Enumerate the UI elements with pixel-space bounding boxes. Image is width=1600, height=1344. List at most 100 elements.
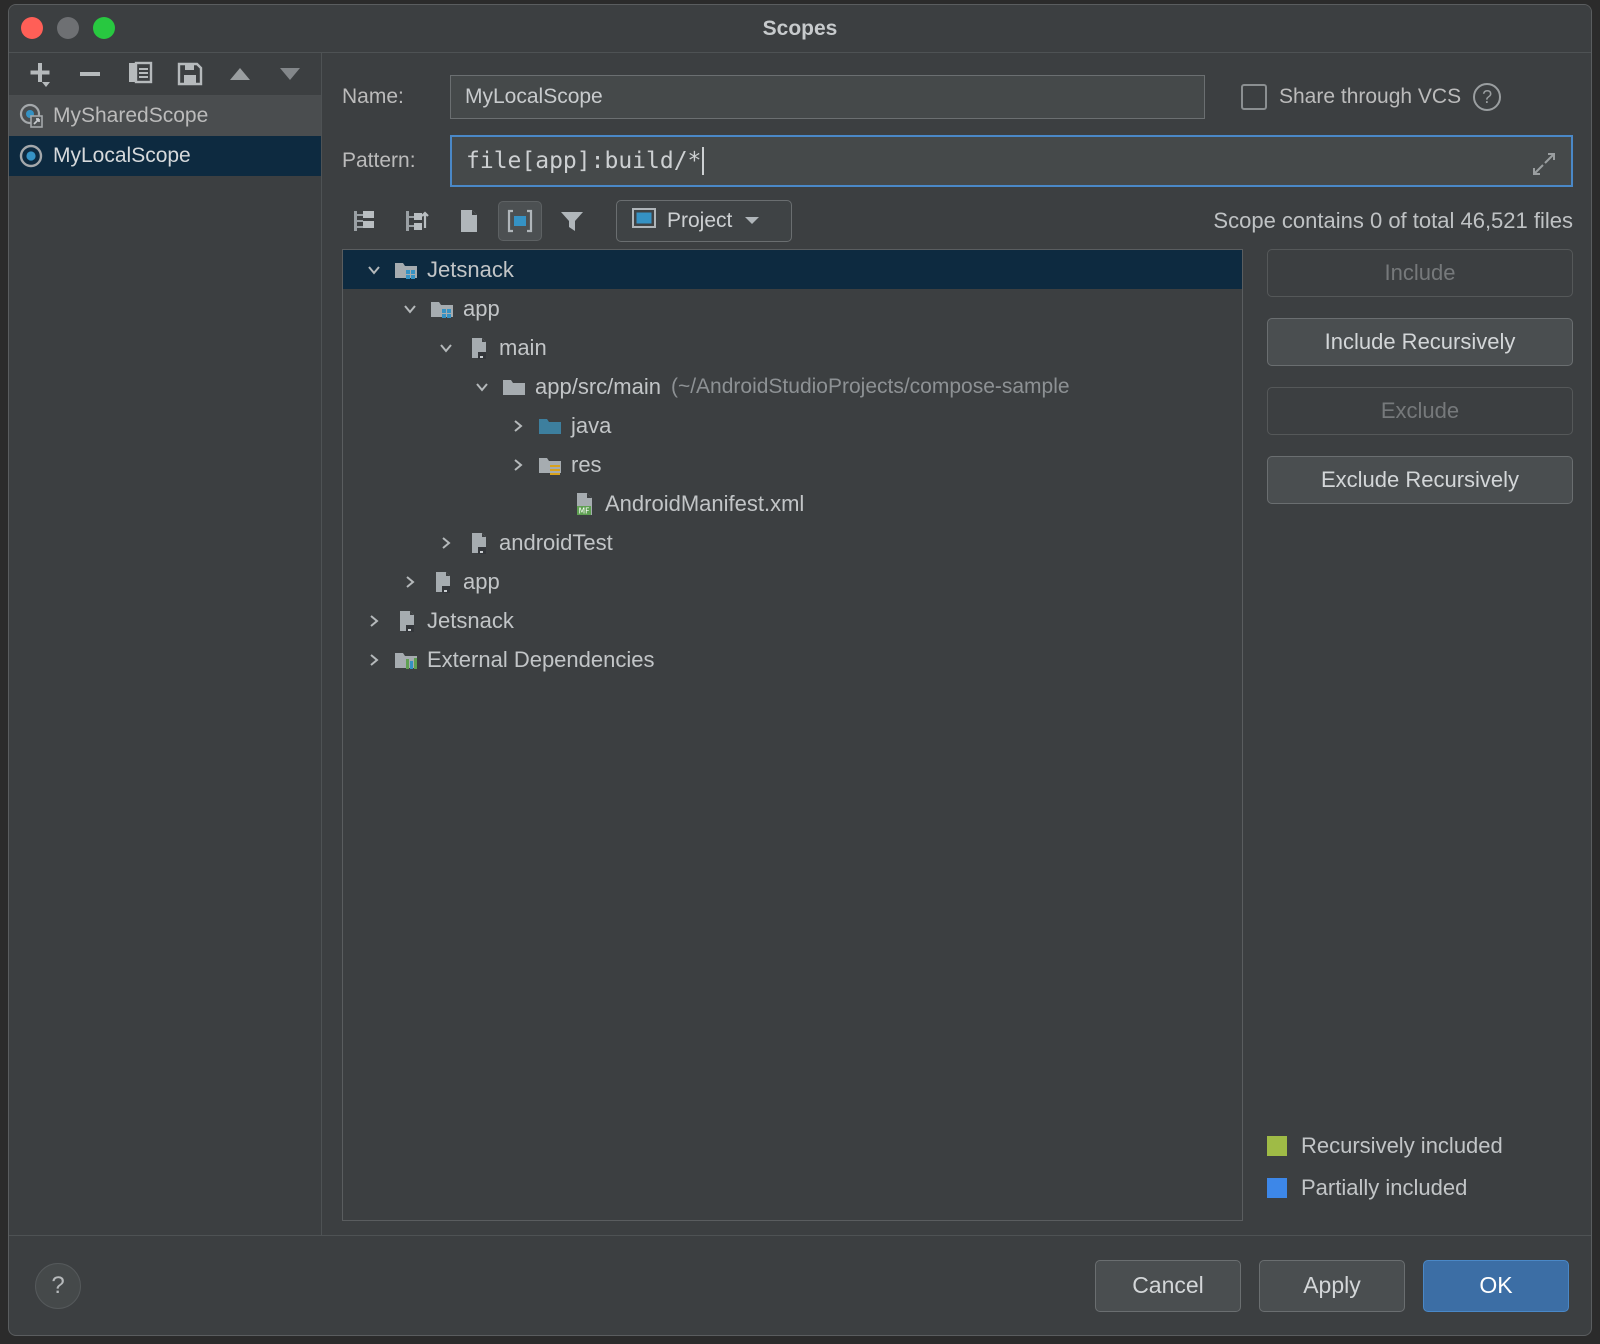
tree-row[interactable]: MF AndroidManifest.xml bbox=[343, 484, 1242, 523]
apply-button[interactable]: Apply bbox=[1259, 1260, 1405, 1312]
chevron-right-icon[interactable] bbox=[429, 534, 463, 552]
save-scope-button[interactable] bbox=[169, 56, 211, 92]
dialog-body: MySharedScope MyLocalScope Name: bbox=[9, 53, 1591, 1235]
legend-item-recursively-included: Recursively included bbox=[1267, 1125, 1573, 1167]
chevron-right-icon[interactable] bbox=[357, 651, 391, 669]
scope-list-item-label: MySharedScope bbox=[53, 104, 208, 128]
filter-icon[interactable] bbox=[550, 201, 594, 241]
scopes-toolbar bbox=[9, 53, 321, 96]
tree-row-label: app/src/main bbox=[535, 374, 661, 400]
tree-row[interactable]: app bbox=[343, 562, 1242, 601]
manifest-file-icon: MF bbox=[569, 489, 599, 519]
legend-label: Partially included bbox=[1301, 1175, 1467, 1201]
scopes-dialog: Scopes bbox=[8, 4, 1592, 1336]
tree-row[interactable]: app/src/main (~/AndroidStudioProjects/co… bbox=[343, 367, 1242, 406]
pattern-value: file[app]:build/* bbox=[466, 148, 701, 174]
chevron-right-icon[interactable] bbox=[393, 573, 427, 591]
res-folder-icon bbox=[535, 450, 565, 480]
add-scope-button[interactable] bbox=[19, 56, 61, 92]
chevron-right-icon[interactable] bbox=[501, 456, 535, 474]
svg-text:MF: MF bbox=[579, 506, 590, 515]
dialog-title: Scopes bbox=[9, 17, 1591, 41]
chevron-right-icon[interactable] bbox=[357, 612, 391, 630]
tree-legend: Recursively included Partially included bbox=[1267, 1125, 1573, 1221]
tree-row-label: AndroidManifest.xml bbox=[605, 491, 804, 517]
tree-row-path: (~/AndroidStudioProjects/compose-sample bbox=[671, 375, 1070, 399]
legend-item-partially-included: Partially included bbox=[1267, 1167, 1573, 1209]
scope-list-item-label: MyLocalScope bbox=[53, 144, 191, 168]
scope-editor: Name: MyLocalScope Share through VCS ? P… bbox=[322, 53, 1591, 1235]
compact-middle-packages-button[interactable] bbox=[394, 201, 438, 241]
tree-row-label: External Dependencies bbox=[427, 647, 654, 673]
tree-row-label: Jetsnack bbox=[427, 608, 514, 634]
chevron-right-icon[interactable] bbox=[501, 417, 535, 435]
module-group-icon bbox=[391, 255, 421, 285]
tree-row[interactable]: res bbox=[343, 445, 1242, 484]
tree-row-label: res bbox=[571, 452, 602, 478]
tree-row[interactable]: androidTest bbox=[343, 523, 1242, 562]
module-icon bbox=[463, 333, 493, 363]
pattern-input[interactable]: file[app]:build/* bbox=[450, 135, 1573, 187]
include-recursively-button[interactable]: Include Recursively bbox=[1267, 318, 1573, 366]
scope-list-item-mylocal[interactable]: MyLocalScope bbox=[9, 136, 321, 176]
chevron-down-icon[interactable] bbox=[465, 378, 499, 396]
scopes-sidebar: MySharedScope MyLocalScope bbox=[9, 53, 322, 1235]
chevron-down-icon[interactable] bbox=[357, 261, 391, 279]
move-down-button[interactable] bbox=[269, 56, 311, 92]
pattern-label: Pattern: bbox=[342, 149, 450, 173]
copy-scope-button[interactable] bbox=[119, 56, 161, 92]
title-bar: Scopes bbox=[9, 5, 1591, 53]
scope-list[interactable]: MySharedScope MyLocalScope bbox=[9, 96, 321, 1235]
selection-frame-button[interactable] bbox=[498, 201, 542, 241]
library-icon bbox=[391, 645, 421, 675]
move-up-button[interactable] bbox=[219, 56, 261, 92]
green-swatch-icon bbox=[1267, 1136, 1287, 1156]
cancel-button[interactable]: Cancel bbox=[1095, 1260, 1241, 1312]
help-button[interactable]: ? bbox=[35, 1263, 81, 1309]
include-exclude-panel: Include Include Recursively Exclude Excl… bbox=[1243, 249, 1573, 1221]
include-button[interactable]: Include bbox=[1267, 249, 1573, 297]
scope-file-count: Scope contains 0 of total 46,521 files bbox=[1213, 208, 1573, 234]
chevron-down-icon[interactable] bbox=[393, 300, 427, 318]
legend-label: Recursively included bbox=[1301, 1133, 1503, 1159]
remove-scope-button[interactable] bbox=[69, 56, 111, 92]
help-icon[interactable]: ? bbox=[1473, 83, 1501, 111]
name-input[interactable]: MyLocalScope bbox=[450, 75, 1205, 119]
exclude-button[interactable]: Exclude bbox=[1267, 387, 1573, 435]
ok-button[interactable]: OK bbox=[1423, 1260, 1569, 1312]
scope-selector-dropdown[interactable]: Project bbox=[616, 200, 792, 242]
flatten-packages-button[interactable] bbox=[342, 201, 386, 241]
show-files-button[interactable] bbox=[446, 201, 490, 241]
share-through-vcs-label: Share through VCS bbox=[1279, 85, 1461, 109]
tree-row[interactable]: java bbox=[343, 406, 1242, 445]
tree-row[interactable]: app bbox=[343, 289, 1242, 328]
local-scope-icon bbox=[17, 142, 45, 170]
share-through-vcs-group[interactable]: Share through VCS ? bbox=[1241, 83, 1501, 111]
share-through-vcs-checkbox[interactable] bbox=[1241, 84, 1267, 110]
chevron-down-icon[interactable] bbox=[429, 339, 463, 357]
scope-list-item-myshared[interactable]: MySharedScope bbox=[9, 96, 321, 136]
tree-row-label: androidTest bbox=[499, 530, 613, 556]
module-icon bbox=[391, 606, 421, 636]
tree-row-label: main bbox=[499, 335, 547, 361]
name-label: Name: bbox=[342, 85, 450, 109]
expand-icon[interactable] bbox=[1531, 151, 1557, 183]
tree-row-label: Jetsnack bbox=[427, 257, 514, 283]
module-icon bbox=[427, 567, 457, 597]
blue-swatch-icon bbox=[1267, 1178, 1287, 1198]
name-row: Name: MyLocalScope Share through VCS ? bbox=[342, 69, 1573, 125]
tree-row-label: app bbox=[463, 569, 500, 595]
module-group-icon bbox=[427, 294, 457, 324]
tree-row[interactable]: Jetsnack bbox=[343, 601, 1242, 640]
text-caret bbox=[702, 147, 704, 175]
tree-row[interactable]: Jetsnack bbox=[343, 250, 1242, 289]
tree-row[interactable]: main bbox=[343, 328, 1242, 367]
source-folder-icon bbox=[535, 411, 565, 441]
project-tree[interactable]: Jetsnack bbox=[342, 249, 1243, 1221]
pattern-row: Pattern: file[app]:build/* bbox=[342, 133, 1573, 189]
exclude-recursively-button[interactable]: Exclude Recursively bbox=[1267, 456, 1573, 504]
chevron-down-icon bbox=[742, 209, 762, 233]
tree-row-label: java bbox=[571, 413, 611, 439]
tree-toolbar: Project Scope contains 0 of total 46,521… bbox=[342, 193, 1573, 249]
tree-row[interactable]: External Dependencies bbox=[343, 640, 1242, 679]
